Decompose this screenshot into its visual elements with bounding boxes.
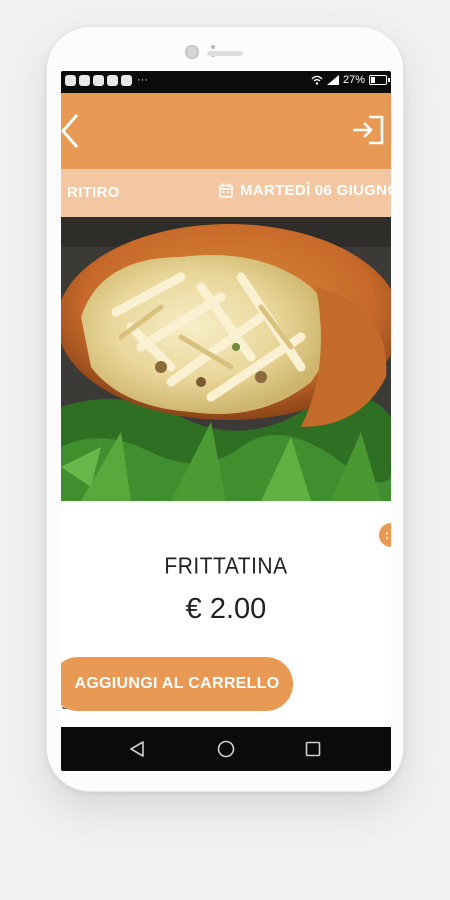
- phone-frame: ··· 27% RITIRO MARTEDÌ 06 GIUGNO: FRITT…: [46, 26, 404, 792]
- chevron-left-icon: [61, 114, 79, 148]
- signal-icon: [326, 75, 339, 85]
- battery-icon: [369, 75, 390, 85]
- add-to-cart-button[interactable]: AGGIUNGI AL CARRELLO: [61, 657, 293, 711]
- recent-square-icon[interactable]: [305, 741, 321, 757]
- order-mode-label[interactable]: RITIRO: [67, 184, 120, 201]
- date-label: MARTEDÌ 06 GIUGNO: [240, 182, 391, 199]
- back-triangle-icon[interactable]: [129, 741, 145, 757]
- home-circle-icon[interactable]: [217, 740, 235, 758]
- gallery-icon: [107, 75, 118, 86]
- product-price: € 2.00: [185, 593, 267, 625]
- calendar-icon: [219, 183, 233, 198]
- notification-icons: ···: [65, 75, 148, 86]
- side-badge-icon[interactable]: :: [379, 523, 391, 547]
- date-selector[interactable]: MARTEDÌ 06 GIUGNO: [219, 182, 391, 199]
- android-nav-bar: [61, 727, 391, 771]
- system-icons: 27%: [311, 74, 390, 86]
- wifi-icon: [311, 75, 323, 85]
- back-button[interactable]: [61, 113, 81, 149]
- order-info-bar: RITIRO MARTEDÌ 06 GIUGNO: [61, 169, 391, 217]
- app-header: [61, 93, 391, 169]
- login-button[interactable]: [351, 115, 385, 145]
- product-photo: [61, 217, 391, 501]
- facebook-icon: [93, 75, 104, 86]
- front-camera: [185, 45, 199, 59]
- sensor-dot: [211, 45, 215, 49]
- app-screen: ··· 27% RITIRO MARTEDÌ 06 GIUGNO: FRITT…: [61, 71, 391, 771]
- earpiece-speaker: [207, 51, 243, 56]
- messenger-icon: [79, 75, 90, 86]
- instagram-icon: [65, 75, 76, 86]
- product-name: FRITTATINA: [164, 554, 288, 579]
- mail-icon: [121, 75, 132, 86]
- status-bar: ··· 27%: [61, 71, 391, 93]
- more-notifications: ···: [137, 74, 148, 86]
- battery-percent: 27%: [342, 74, 365, 86]
